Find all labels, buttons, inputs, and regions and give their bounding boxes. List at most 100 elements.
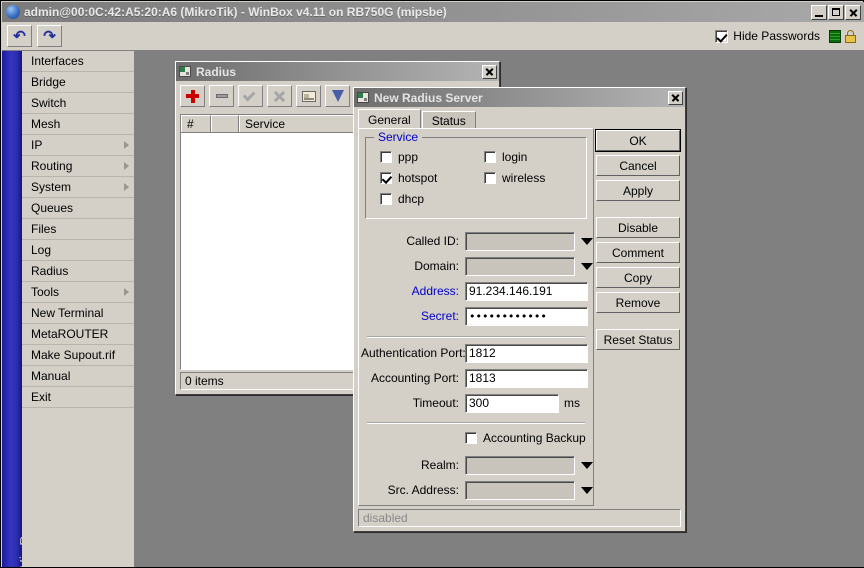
sidebar-item-exit[interactable]: Exit: [22, 387, 134, 408]
login-checkbox[interactable]: [484, 151, 496, 163]
ppp-checkbox[interactable]: [380, 151, 392, 163]
comment-button[interactable]: [296, 85, 321, 107]
comment-button[interactable]: Comment: [596, 242, 680, 263]
sidebar: RouterOS WinBox Interfaces Bridge Switch…: [2, 51, 135, 567]
authentication-port-input[interactable]: 1812: [465, 344, 588, 363]
login-label: login: [502, 150, 527, 164]
disable-button[interactable]: Disable: [596, 217, 680, 238]
service-checkbox-ppp[interactable]: ppp: [380, 150, 418, 164]
realm-label: Realm:: [361, 458, 465, 472]
sidebar-item-routing[interactable]: Routing: [22, 156, 134, 177]
main-toolbar: ↶ ↷ Hide Passwords: [2, 22, 864, 51]
timeout-label: Timeout:: [361, 396, 465, 410]
general-tab-panel: Service ppp hotspot dhcp: [358, 128, 594, 506]
called-id-input[interactable]: [465, 232, 575, 251]
sidebar-item-log[interactable]: Log: [22, 240, 134, 261]
accounting-backup-checkbox[interactable]: [465, 432, 477, 444]
sidebar-item-queues[interactable]: Queues: [22, 198, 134, 219]
disable-button[interactable]: [267, 85, 292, 107]
src-address-input[interactable]: [465, 481, 575, 500]
sidebar-item-radius[interactable]: Radius: [22, 261, 134, 282]
dhcp-label: dhcp: [398, 192, 424, 206]
sidebar-item-label: Queues: [31, 201, 73, 215]
remove-button[interactable]: Remove: [596, 292, 680, 313]
copy-button[interactable]: Copy: [596, 267, 680, 288]
sidebar-item-bridge[interactable]: Bridge: [22, 72, 134, 93]
timeout-input[interactable]: 300: [465, 394, 559, 413]
main-window-title: admin@00:0C:42:A5:20:A6 (MikroTik) - Win…: [24, 5, 810, 19]
accounting-port-input[interactable]: 1813: [465, 369, 588, 388]
chevron-down-icon[interactable]: [581, 487, 593, 494]
cancel-button[interactable]: Cancel: [596, 155, 680, 176]
add-button[interactable]: [180, 85, 205, 107]
new-radius-close-button[interactable]: [668, 91, 683, 105]
ok-button[interactable]: OK: [596, 130, 680, 151]
sidebar-item-label: Make Supout.rif: [31, 348, 115, 362]
dhcp-checkbox[interactable]: [380, 193, 392, 205]
address-input[interactable]: 91.234.146.191: [465, 282, 588, 301]
radius-item-count: 0 items: [185, 374, 224, 388]
sidebar-item-manual[interactable]: Manual: [22, 366, 134, 387]
tab-general[interactable]: General: [358, 109, 421, 129]
domain-input[interactable]: [465, 257, 575, 276]
minus-icon: [216, 94, 228, 98]
sidebar-item-interfaces[interactable]: Interfaces: [22, 51, 134, 72]
undo-button[interactable]: ↶: [7, 25, 32, 47]
tab-label: General: [368, 113, 411, 127]
service-fieldset: Service ppp hotspot dhcp: [365, 137, 587, 219]
service-checkbox-hotspot[interactable]: hotspot: [380, 171, 437, 185]
filter-button[interactable]: [325, 85, 350, 107]
sidebar-item-make-supout[interactable]: Make Supout.rif: [22, 345, 134, 366]
status-indicators: [829, 30, 856, 43]
sidebar-item-files[interactable]: Files: [22, 219, 134, 240]
column-header-flags[interactable]: [211, 115, 239, 132]
radius-window-title-bar[interactable]: Radius: [176, 62, 499, 81]
realm-input[interactable]: [465, 456, 575, 475]
service-checkbox-wireless[interactable]: wireless: [484, 171, 545, 185]
winbox-application-window: admin@00:0C:42:A5:20:A6 (MikroTik) - Win…: [0, 0, 864, 568]
chevron-down-icon[interactable]: [581, 238, 593, 245]
sidebar-item-label: Exit: [31, 390, 51, 404]
secret-input[interactable]: ••••••••••••: [465, 307, 588, 326]
hotspot-checkbox[interactable]: [380, 172, 392, 184]
new-radius-title-bar[interactable]: New Radius Server: [354, 88, 685, 107]
wireless-checkbox[interactable]: [484, 172, 496, 184]
tab-status[interactable]: Status: [422, 111, 476, 129]
sidebar-item-mesh[interactable]: Mesh: [22, 114, 134, 135]
radius-window-close-button[interactable]: [482, 65, 497, 79]
sidebar-item-label: Manual: [31, 369, 70, 383]
remove-button[interactable]: [209, 85, 234, 107]
cross-icon: [273, 90, 286, 103]
sidebar-item-label: Mesh: [31, 117, 60, 131]
enable-button[interactable]: [238, 85, 263, 107]
funnel-icon: [332, 90, 344, 102]
sidebar-item-new-terminal[interactable]: New Terminal: [22, 303, 134, 324]
apply-button[interactable]: Apply: [596, 180, 680, 201]
redo-button[interactable]: ↷: [37, 25, 62, 47]
maximize-button[interactable]: [828, 5, 844, 20]
close-button[interactable]: [845, 5, 861, 20]
hide-passwords-control[interactable]: Hide Passwords: [715, 29, 856, 43]
hide-passwords-checkbox[interactable]: [715, 30, 728, 43]
minimize-button[interactable]: [811, 5, 827, 20]
winbox-globe-icon: [6, 5, 20, 19]
wireless-label: wireless: [502, 171, 545, 185]
new-radius-window-icon: [357, 92, 369, 103]
reset-status-button[interactable]: Reset Status: [596, 329, 680, 350]
chevron-down-icon[interactable]: [581, 263, 593, 270]
column-header-index[interactable]: #: [181, 115, 211, 132]
sidebar-item-label: MetaROUTER: [31, 327, 108, 341]
authentication-port-label: Authentication Port:: [361, 346, 465, 360]
lock-icon: [845, 30, 856, 43]
sidebar-item-tools[interactable]: Tools: [22, 282, 134, 303]
accounting-backup-control[interactable]: Accounting Backup: [465, 431, 586, 445]
src-address-row: Src. Address:: [361, 480, 593, 500]
sidebar-item-system[interactable]: System: [22, 177, 134, 198]
chevron-down-icon[interactable]: [581, 462, 593, 469]
dialog-tabs: General Status: [358, 109, 476, 129]
sidebar-item-switch[interactable]: Switch: [22, 93, 134, 114]
service-checkbox-dhcp[interactable]: dhcp: [380, 192, 424, 206]
service-checkbox-login[interactable]: login: [484, 150, 527, 164]
sidebar-item-metarouter[interactable]: MetaROUTER: [22, 324, 134, 345]
sidebar-item-ip[interactable]: IP: [22, 135, 134, 156]
